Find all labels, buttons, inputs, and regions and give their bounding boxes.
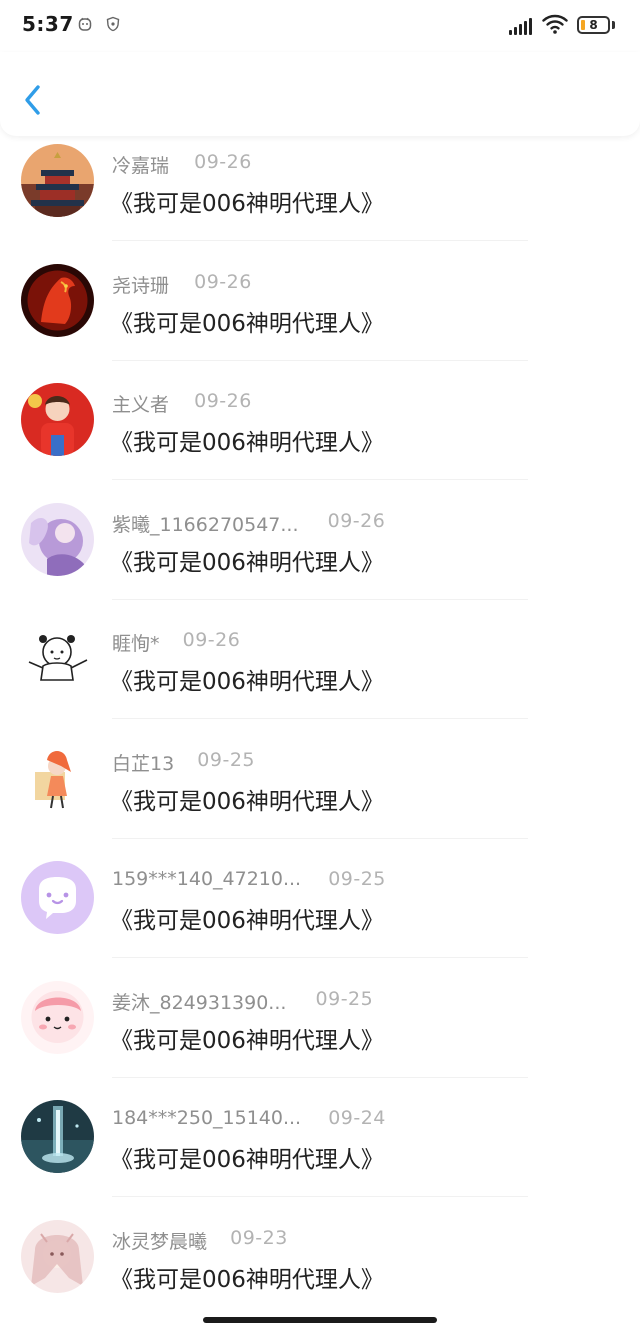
comment-text[interactable]: 《我可是006神明代理人》 bbox=[110, 662, 384, 696]
avatar[interactable] bbox=[21, 144, 94, 217]
item-date: 09-26 bbox=[182, 629, 241, 651]
divider bbox=[112, 718, 528, 719]
meta-row: 159***140_47210... 09-25 bbox=[112, 868, 386, 894]
list-item[interactable]: 白芷13 09-25 《我可是006神明代理人》 bbox=[0, 738, 640, 858]
home-indicator[interactable] bbox=[203, 1317, 437, 1323]
nav-header bbox=[0, 52, 640, 136]
meta-row: 冰灵梦晨曦 09-23 bbox=[112, 1227, 288, 1253]
divider bbox=[112, 598, 528, 600]
user-name[interactable]: 主义者 bbox=[112, 390, 169, 417]
item-date: 09-24 bbox=[328, 1107, 386, 1129]
comment-text[interactable]: 《我可是006神明代理人》 bbox=[110, 1260, 384, 1294]
item-date: 09-25 bbox=[315, 987, 374, 1010]
shield-icon bbox=[106, 16, 120, 32]
battery-icon: 8 bbox=[577, 16, 610, 34]
divider bbox=[112, 1196, 528, 1197]
avatar[interactable] bbox=[21, 383, 94, 456]
comment-text[interactable]: 《我可是006神明代理人》 bbox=[110, 304, 384, 338]
status-bar: 5:37 8 bbox=[0, 0, 640, 52]
avatar[interactable] bbox=[21, 861, 94, 934]
user-name[interactable]: 159***140_47210... bbox=[112, 868, 301, 890]
divider bbox=[112, 240, 528, 241]
user-name[interactable]: 184***250_15140... bbox=[112, 1107, 301, 1129]
comment-text[interactable]: 《我可是006神明代理人》 bbox=[110, 423, 384, 457]
meta-row: 尧诗珊 09-26 bbox=[112, 271, 252, 297]
wifi-icon bbox=[542, 14, 568, 34]
status-time: 5:37 bbox=[22, 12, 74, 36]
comment-list: 冷嘉瑞 09-26 《我可是006神明代理人》 尧诗珊 09-26 《我可是00… bbox=[0, 140, 640, 1332]
divider bbox=[112, 837, 528, 839]
notification-face-icon bbox=[78, 17, 92, 31]
user-name[interactable]: 紫曦_1166270547... bbox=[112, 510, 299, 537]
meta-row: 主义者 09-26 bbox=[112, 390, 252, 416]
meta-row: 姜沐_824931390... 09-25 bbox=[112, 988, 373, 1014]
user-name[interactable]: 冰灵梦晨曦 bbox=[112, 1227, 207, 1254]
chevron-left-icon bbox=[25, 85, 40, 115]
item-date: 09-25 bbox=[197, 748, 255, 771]
avatar[interactable] bbox=[21, 622, 94, 695]
divider bbox=[112, 1076, 528, 1078]
meta-row: 冷嘉瑞 09-26 bbox=[112, 151, 252, 177]
item-date: 09-26 bbox=[194, 151, 252, 173]
list-item[interactable]: 尧诗珊 09-26 《我可是006神明代理人》 bbox=[0, 260, 640, 380]
meta-row: 白芷13 09-25 bbox=[112, 749, 255, 775]
avatar[interactable] bbox=[21, 1100, 94, 1173]
avatar[interactable] bbox=[21, 263, 94, 337]
list-item[interactable]: 159***140_47210... 09-25 《我可是006神明代理人》 bbox=[0, 857, 640, 977]
list-item[interactable]: 姜沐_824931390... 09-25 《我可是006神明代理人》 bbox=[0, 977, 640, 1097]
screen: 5:37 8 冷嘉瑞 09-26 《我可是006神明代理人》 尧诗珊 09-26… bbox=[0, 0, 640, 1332]
avatar[interactable] bbox=[21, 1219, 94, 1293]
item-date: 09-23 bbox=[230, 1226, 288, 1249]
meta-row: 睚恂* 09-26 bbox=[112, 629, 240, 655]
avatar[interactable] bbox=[21, 502, 94, 576]
battery-level: 8 bbox=[589, 18, 598, 32]
comment-text[interactable]: 《我可是006神明代理人》 bbox=[110, 1021, 384, 1055]
user-name[interactable]: 冷嘉瑞 bbox=[112, 151, 169, 178]
item-date: 09-26 bbox=[194, 270, 252, 293]
meta-row: 184***250_15140... 09-24 bbox=[112, 1107, 386, 1133]
comment-text[interactable]: 《我可是006神明代理人》 bbox=[110, 543, 384, 577]
avatar[interactable] bbox=[21, 980, 94, 1054]
divider bbox=[112, 479, 528, 480]
list-item[interactable]: 睚恂* 09-26 《我可是006神明代理人》 bbox=[0, 618, 640, 738]
signal-icon bbox=[509, 17, 533, 35]
user-name[interactable]: 姜沐_824931390... bbox=[112, 988, 286, 1015]
user-name[interactable]: 尧诗珊 bbox=[112, 271, 169, 298]
meta-row: 紫曦_1166270547... 09-26 bbox=[112, 510, 385, 536]
avatar[interactable] bbox=[21, 741, 94, 815]
list-item[interactable]: 主义者 09-26 《我可是006神明代理人》 bbox=[0, 379, 640, 499]
list-item[interactable]: 冷嘉瑞 09-26 《我可是006神明代理人》 bbox=[0, 140, 640, 260]
item-date: 09-26 bbox=[327, 509, 386, 532]
divider bbox=[112, 359, 528, 361]
divider bbox=[112, 957, 528, 958]
battery-cap bbox=[612, 21, 615, 29]
back-button[interactable] bbox=[18, 80, 50, 120]
list-item[interactable]: 紫曦_1166270547... 09-26 《我可是006神明代理人》 bbox=[0, 499, 640, 619]
list-item[interactable]: 184***250_15140... 09-24 《我可是006神明代理人》 bbox=[0, 1096, 640, 1216]
item-date: 09-25 bbox=[328, 868, 386, 890]
user-name[interactable]: 睚恂* bbox=[112, 629, 160, 656]
user-name[interactable]: 白芷13 bbox=[112, 749, 174, 776]
comment-text[interactable]: 《我可是006神明代理人》 bbox=[110, 184, 384, 218]
comment-text[interactable]: 《我可是006神明代理人》 bbox=[110, 901, 384, 935]
comment-text[interactable]: 《我可是006神明代理人》 bbox=[110, 1140, 384, 1174]
item-date: 09-26 bbox=[194, 390, 252, 412]
list-item[interactable]: 冰灵梦晨曦 09-23 《我可是006神明代理人》 bbox=[0, 1216, 640, 1332]
comment-text[interactable]: 《我可是006神明代理人》 bbox=[110, 782, 384, 816]
